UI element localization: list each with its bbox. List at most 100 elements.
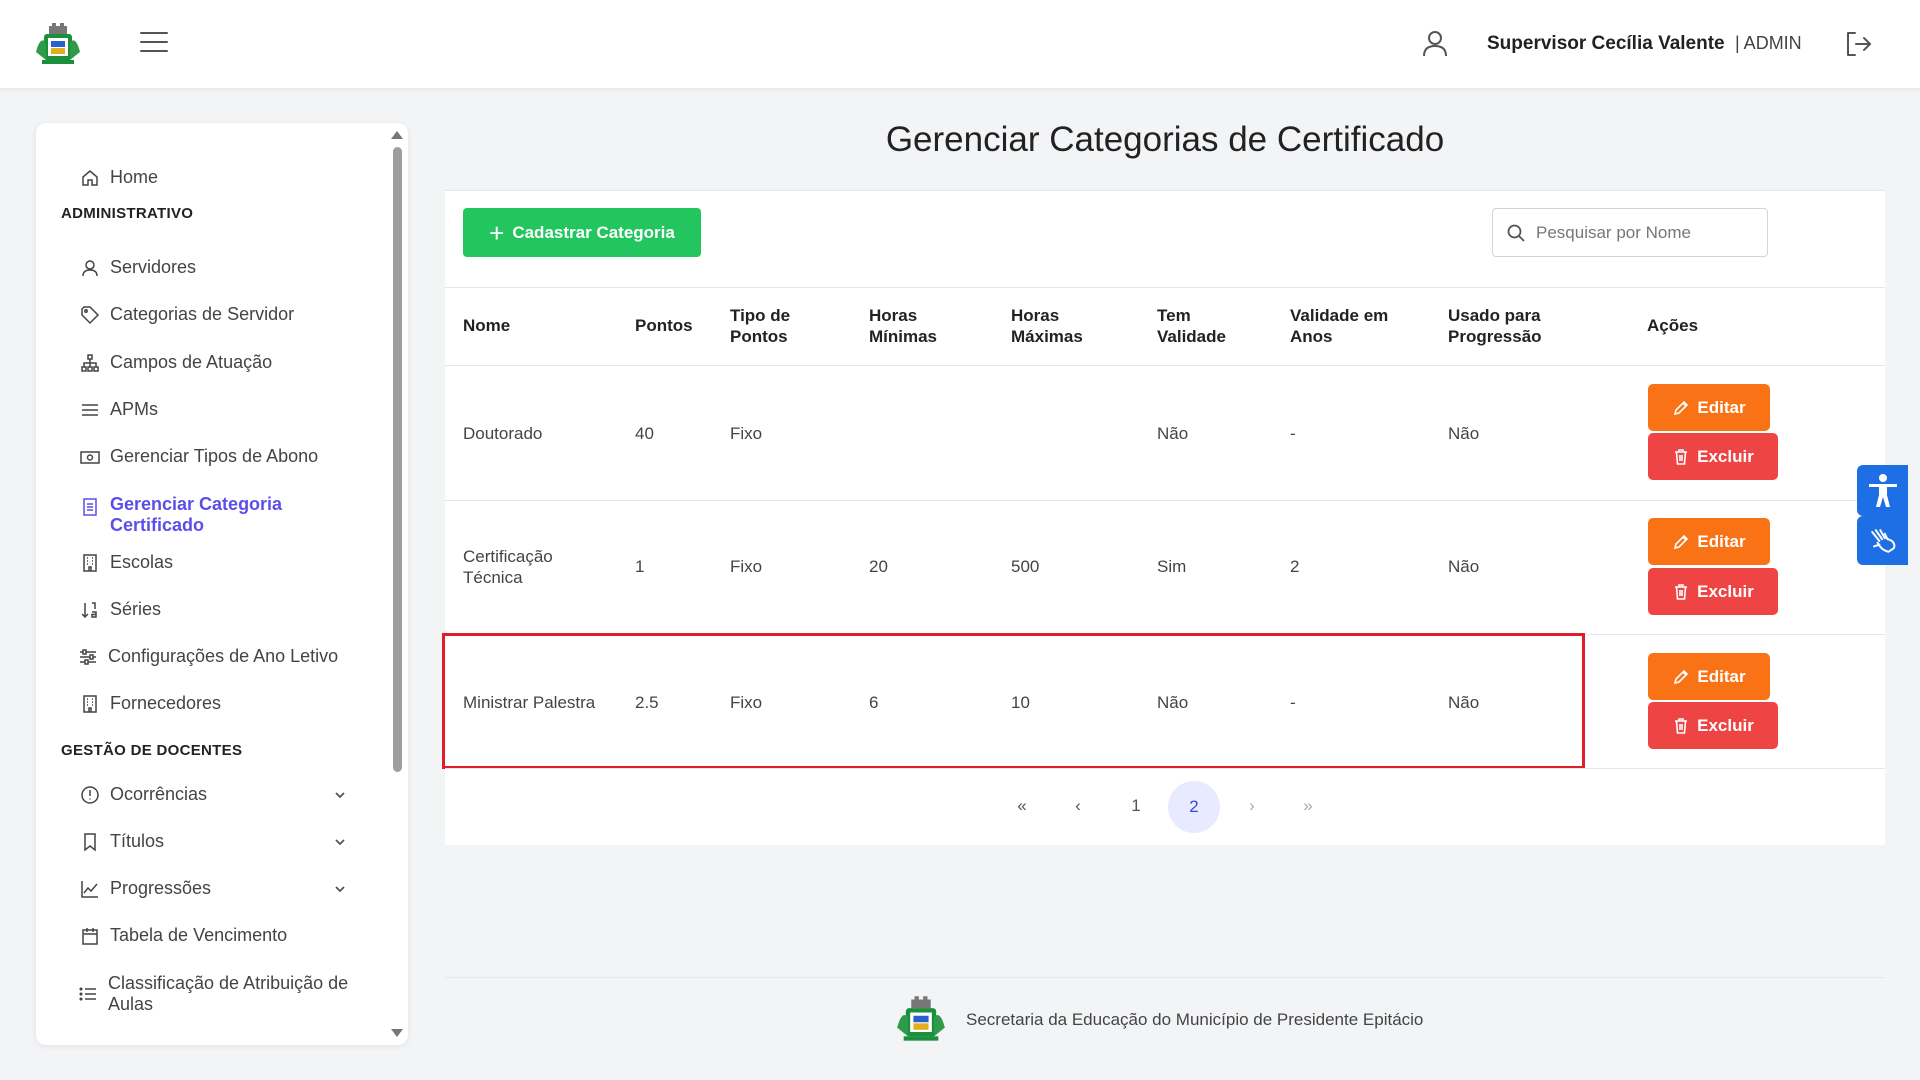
scroll-up-icon[interactable] [391,131,403,139]
pagination-prev[interactable]: ‹ [1060,780,1096,832]
sidebar-item-campos-atuacao[interactable]: Campos de Atuação [80,352,272,373]
pencil-icon [1674,669,1689,684]
sidebar-item-label: Escolas [110,552,174,572]
column-header-acoes: Ações [1647,316,1699,335]
user-icon [82,259,98,276]
pagination-next[interactable]: › [1234,780,1270,832]
edit-label: Editar [1697,666,1746,686]
sidebar-item-label: Progressões [110,878,212,898]
sidebar-item-label: Aulas [108,994,154,1014]
sidebar-item-fornecedores[interactable]: Fornecedores [80,693,221,714]
accessibility-button[interactable] [1857,465,1908,516]
add-category-label: Cadastrar Categoria [512,222,675,242]
edit-button[interactable]: Editar [1648,518,1770,565]
sidebar-item-classificacao[interactable]: Classificação de Atribuição de Aulas [78,973,348,1015]
sidebar-item-label: Tabela de Vencimento [110,925,288,945]
column-header-nome: Nome [463,316,511,335]
sidebar-item-home[interactable]: Home [80,167,158,188]
edit-button[interactable]: Editar [1648,653,1770,700]
trash-icon [1675,717,1688,734]
edit-label: Editar [1697,531,1746,551]
sidebar-item-servidores[interactable]: Servidores [80,257,196,278]
sidebar-item-tipos-abono[interactable]: Gerenciar Tipos de Abono [80,446,318,467]
pagination-last[interactable]: » [1288,780,1328,832]
sidebar-item-label: Certificado [110,515,205,535]
cell-validade-anos: - [1290,424,1296,443]
delete-button[interactable]: Excluir [1648,568,1778,615]
cell-usado-progressao: Não [1448,424,1480,443]
menu-toggle-icon[interactable] [140,32,168,54]
chevron-down-icon[interactable] [333,835,347,849]
sidebar-item-titulos[interactable]: Títulos [80,831,164,852]
trash-icon [1675,583,1688,600]
column-header-horas-maximas: Horas Máximas [1011,306,1083,346]
divider [445,500,1885,501]
cell-tipo: Fixo [730,424,763,443]
document-icon [83,498,97,516]
sidebar-item-config-ano[interactable]: Configurações de Ano Letivo [78,646,338,667]
sidebar-item-ocorrencias[interactable]: Ocorrências [80,784,207,805]
scrollbar-thumb[interactable] [393,147,402,772]
user-role: | ADMIN [1735,33,1802,53]
sidebar-item-label: APMs [110,399,159,419]
column-header-pontos: Pontos [635,316,693,335]
sign-language-icon [1870,528,1895,553]
user-icon [1423,31,1447,57]
sidebar-item-series[interactable]: Séries [80,599,161,620]
delete-button[interactable]: Excluir [1648,433,1778,480]
municipal-logo-icon[interactable] [34,22,82,66]
sidebar-item-label: Gerenciar Tipos de Abono [110,446,319,466]
pagination-first[interactable]: « [1002,780,1042,832]
sliders-icon [80,648,96,665]
sidebar-item-label: Servidores [110,257,197,277]
cell-validade-anos: 2 [1290,557,1300,576]
divider [445,287,1885,288]
logout-icon[interactable] [1842,28,1874,60]
edit-button[interactable]: Editar [1648,384,1770,431]
sidebar-item-label: Home [110,167,159,187]
list-icon [82,403,98,416]
sidebar-item-categorias-servidor[interactable]: Categorias de Servidor [80,304,294,325]
search-box[interactable] [1492,208,1768,257]
pencil-icon [1674,534,1689,549]
sidebar-item-label: Classificação de Atribuição de [108,973,349,993]
plus-icon: + [489,217,505,248]
edit-label: Editar [1697,397,1746,417]
sort-numeric-icon [81,601,97,618]
sign-language-button[interactable] [1857,516,1908,565]
sidebar-item-label: Séries [110,599,162,619]
list-ordered-icon [79,987,96,1001]
search-input[interactable] [1536,222,1756,243]
calendar-icon [82,927,98,945]
cell-horas-minimas: 20 [869,557,888,576]
scroll-down-icon[interactable] [391,1029,403,1037]
cell-usado-progressao: Não [1448,557,1480,576]
chevron-down-icon[interactable] [333,788,347,802]
sidebar: Home ADMINISTRATIVO Servidores Categoria… [36,123,408,1045]
delete-button[interactable]: Excluir [1648,702,1778,749]
chevron-down-icon[interactable] [333,882,347,896]
sidebar-item-categoria-certificado[interactable]: Gerenciar Categoria Certificado [80,494,282,536]
sidebar-scrollbar[interactable] [390,127,404,1041]
footer-text: Secretaria da Educação do Município de P… [966,1010,1424,1029]
column-header-validade-anos: Validade em Anos [1290,306,1389,346]
column-header-usado-progressao: Usado para Progressão [1448,306,1542,346]
footer-divider [445,977,1885,978]
tag-icon [81,305,100,324]
sidebar-item-apms[interactable]: APMs [80,399,158,420]
sidebar-item-label: Campos de Atuação [110,352,273,372]
sidebar-item-label: Títulos [110,831,165,851]
pagination-page-1[interactable]: 1 [1118,780,1154,832]
accessibility-icon [1868,473,1897,507]
divider [445,768,1885,769]
add-category-button[interactable]: + Cadastrar Categoria [463,208,701,257]
delete-label: Excluir [1697,446,1754,466]
sidebar-item-escolas[interactable]: Escolas [80,552,173,573]
trash-icon [1675,448,1688,465]
pagination-page-2[interactable]: 2 [1168,781,1220,833]
sidebar-item-label: Gerenciar Categoria [110,494,283,514]
cell-nome: Certificação Técnica [463,547,553,587]
sidebar-item-progressoes[interactable]: Progressões [80,878,211,899]
alert-circle-icon [81,785,99,804]
sidebar-item-tabela-vencimento[interactable]: Tabela de Vencimento [80,925,287,946]
